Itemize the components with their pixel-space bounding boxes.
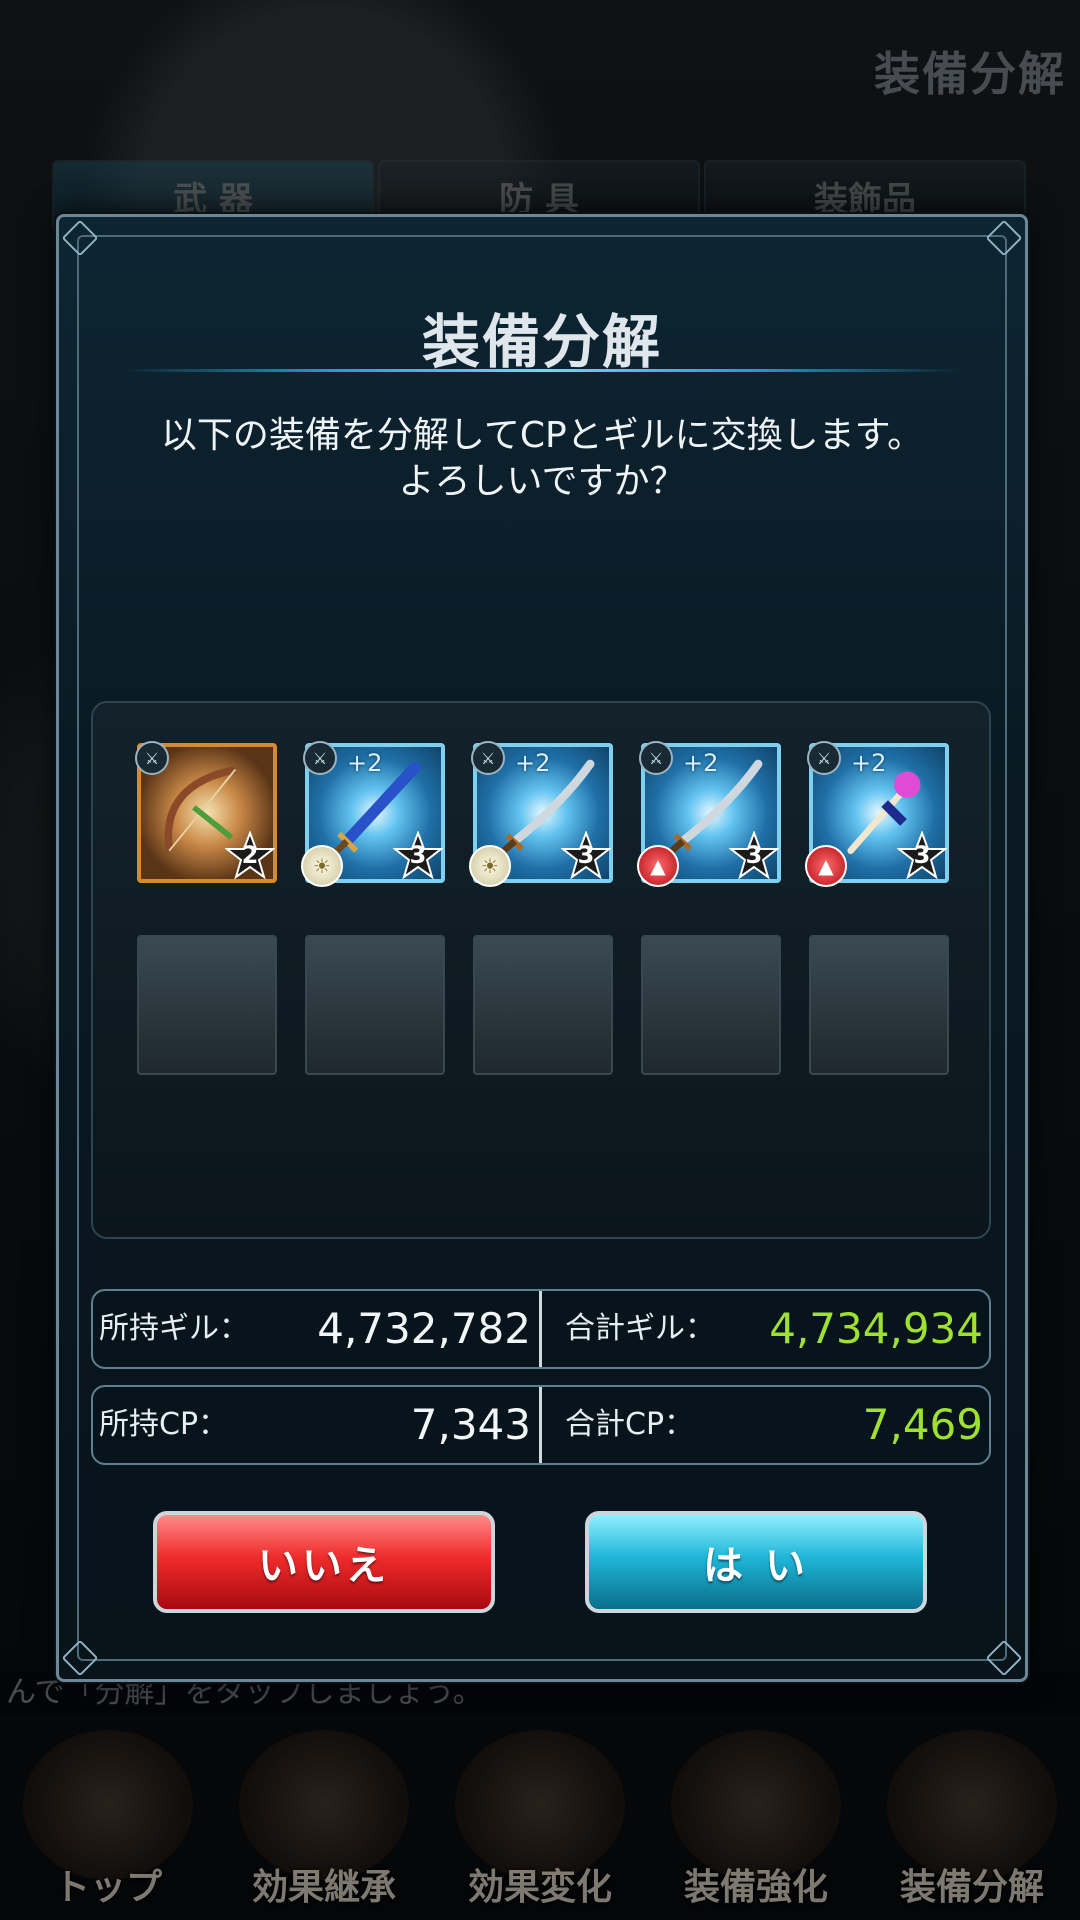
enhance-level: +2 bbox=[683, 749, 719, 777]
dismantle-dialog: 装備分解 以下の装備を分解してCPとギルに交換します。 よろしいですか？ ⚔ 2 bbox=[56, 214, 1028, 1682]
light-element-icon: ☀ bbox=[301, 845, 343, 887]
weapon-type-icon: ⚔ bbox=[135, 741, 169, 775]
rarity-value: 3 bbox=[577, 841, 595, 869]
equipment-item[interactable]: ⚔ +2 ▲ 3 bbox=[805, 741, 949, 887]
equipment-item[interactable]: ⚔ +2 ☀ 3 bbox=[469, 741, 613, 887]
rarity-star-icon: 3 bbox=[896, 830, 948, 881]
rarity-value: 3 bbox=[409, 841, 427, 869]
items-panel: ⚔ 2 ⚔ +2 ☀ 3 ⚔ +2 ☀ 3 ⚔ +2 ▲ 3 ⚔ +2 ▲ 3 bbox=[91, 701, 991, 1239]
equipment-item[interactable]: ⚔ +2 ☀ 3 bbox=[301, 741, 445, 887]
equipment-item[interactable]: ⚔ +2 ▲ 3 bbox=[637, 741, 781, 887]
message-line-2: よろしいですか？ bbox=[398, 461, 686, 502]
rarity-star-icon: 2 bbox=[224, 830, 276, 881]
empty-slot bbox=[641, 935, 781, 1075]
rarity-star-icon: 3 bbox=[560, 830, 612, 881]
title-divider bbox=[123, 369, 961, 372]
rarity-value: 3 bbox=[745, 841, 763, 869]
owned-cp-value: 7,343 bbox=[410, 1400, 531, 1449]
weapon-type-icon: ⚔ bbox=[639, 741, 673, 775]
light-element-icon: ☀ bbox=[469, 845, 511, 887]
empty-slot bbox=[473, 935, 613, 1075]
total-cp-label: 合計CP： bbox=[565, 1407, 695, 1442]
total-gil-value: 4,734,934 bbox=[769, 1304, 983, 1353]
fire-element-icon: ▲ bbox=[637, 845, 679, 887]
rarity-value: 2 bbox=[241, 841, 259, 869]
weapon-type-icon: ⚔ bbox=[303, 741, 337, 775]
empty-slot bbox=[137, 935, 277, 1075]
yes-button[interactable]: は い bbox=[585, 1511, 927, 1613]
weapon-type-icon: ⚔ bbox=[471, 741, 505, 775]
owned-gil-label: 所持ギル： bbox=[99, 1311, 249, 1346]
gil-stats-row: 所持ギル： 4,732,782 合計ギル： 4,734,934 bbox=[91, 1289, 991, 1369]
empty-slot bbox=[809, 935, 949, 1075]
total-gil-label: 合計ギル： bbox=[565, 1311, 715, 1346]
owned-cp-label: 所持CP： bbox=[99, 1407, 229, 1442]
dialog-title: 装備分解 bbox=[421, 308, 662, 376]
confirm-message: 以下の装備を分解してCPとギルに交換します。 よろしいですか？ bbox=[89, 413, 995, 505]
rarity-star-icon: 3 bbox=[392, 830, 444, 881]
rarity-star-icon: 3 bbox=[728, 830, 780, 881]
stat-divider bbox=[539, 1291, 542, 1367]
stat-divider bbox=[539, 1387, 542, 1463]
owned-gil-value: 4,732,782 bbox=[317, 1304, 531, 1353]
enhance-level: +2 bbox=[851, 749, 887, 777]
fire-element-icon: ▲ bbox=[805, 845, 847, 887]
cp-stats-row: 所持CP： 7,343 合計CP： 7,469 bbox=[91, 1385, 991, 1465]
empty-slot bbox=[305, 935, 445, 1075]
weapon-type-icon: ⚔ bbox=[807, 741, 841, 775]
total-cp-value: 7,469 bbox=[862, 1400, 983, 1449]
message-line-1: 以下の装備を分解してCPとギルに交換します。 bbox=[160, 415, 924, 456]
enhance-level: +2 bbox=[515, 749, 551, 777]
enhance-level: +2 bbox=[347, 749, 383, 777]
no-button[interactable]: いいえ bbox=[153, 1511, 495, 1613]
equipment-item[interactable]: ⚔ 2 bbox=[135, 741, 277, 883]
rarity-value: 3 bbox=[913, 841, 931, 869]
